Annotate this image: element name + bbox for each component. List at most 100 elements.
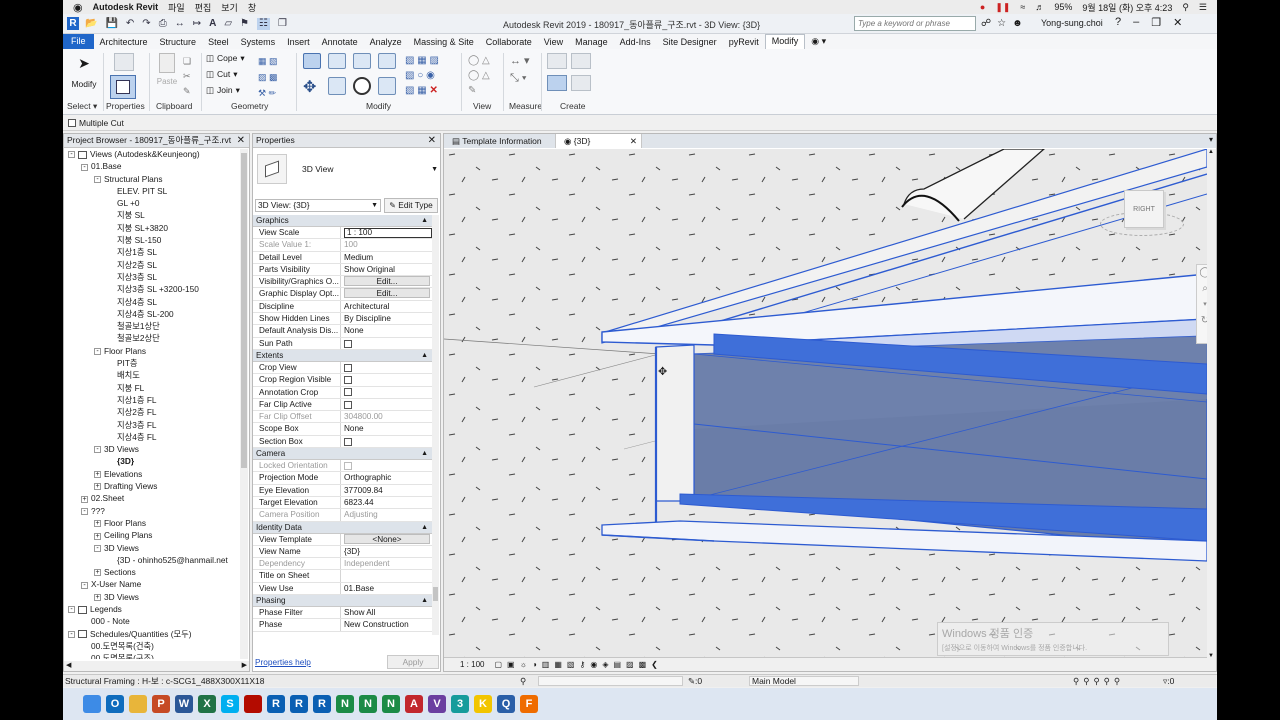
taskbar-app-kakao-icon[interactable]: K [474,695,492,713]
ribbon-tab-analyze[interactable]: Analyze [364,37,408,47]
taskbar-app-navis-a-icon[interactable]: N [336,695,354,713]
reveal-hidden-icon[interactable]: ◈ [602,658,608,671]
edit-type-button[interactable]: ✎ Edit Type [384,198,438,213]
browser-item[interactable]: +02.Sheet [64,492,240,504]
expand-icon[interactable]: + [94,520,101,528]
browser-item[interactable]: 지붕 SL+3820 [64,222,240,234]
property-value[interactable] [341,374,432,385]
delete-icon[interactable]: ✕ [429,85,437,96]
measure-icon[interactable]: ↔ [175,18,185,30]
copy-icon[interactable]: ❏ [183,54,199,69]
property-checkbox[interactable] [344,388,352,397]
browser-item[interactable]: 지상1층 SL [64,246,240,258]
ribbon-tab-add-ins[interactable]: Add-Ins [614,37,657,47]
taskbar-app-revit-a-icon[interactable]: R [267,695,285,713]
menu-file[interactable]: 파일 [168,1,185,14]
ribbon-minimize-icon[interactable]: ◉ ▾ [805,36,832,47]
ribbon-tab-site-designer[interactable]: Site Designer [657,37,723,47]
property-section-header[interactable]: Identity Data ▲ [253,521,432,534]
pin-icon[interactable]: ○ [417,70,423,81]
minimize-icon[interactable]: – [1133,16,1139,29]
property-value[interactable]: None [341,325,432,336]
view-tab-menu-icon[interactable]: ▾ [1209,135,1213,144]
browser-item[interactable]: PIT층 [64,357,240,369]
ribbon-tab-structure[interactable]: Structure [154,37,203,47]
create-assembly-icon[interactable] [571,75,591,91]
sun-path-icon[interactable]: ☼ [520,658,527,671]
expand-icon[interactable]: + [81,495,88,503]
scale-icon[interactable]: ▨ [429,55,438,66]
expand-icon[interactable]: + [94,569,101,577]
taskbar-app-vault-icon[interactable]: V [428,695,446,713]
unpin-icon[interactable]: ◉ [426,70,435,81]
property-checkbox[interactable] [344,376,352,385]
project-browser-scrollbar[interactable] [240,149,248,659]
dimension-icon[interactable]: ↦ [193,18,201,30]
ribbon-tab-massing-site[interactable]: Massing & Site [408,37,480,47]
move-icon[interactable]: ✥ [303,77,321,96]
cut-button[interactable]: ◫ Cut ▾ [206,69,238,80]
viewcube-right-face[interactable]: RIGHT [1133,206,1155,213]
paste-button[interactable]: Paste [156,53,178,91]
multiple-cut-option[interactable]: Multiple Cut [68,118,124,128]
match-type-icon[interactable]: ✎ [183,84,199,99]
menu-view[interactable]: 보기 [221,1,238,14]
trim-extend-icon[interactable] [378,77,396,95]
property-value[interactable]: None [341,423,432,434]
project-browser-close-icon[interactable]: ✕ [237,134,245,147]
properties-help-link[interactable]: Properties help [255,657,311,667]
expand-icon[interactable]: + [94,594,101,601]
modify-tool-button[interactable]: ➤ Modify [69,55,99,95]
property-value[interactable]: 377009.84 [341,485,432,496]
switch-windows-icon[interactable]: ❐ [278,18,287,30]
property-value[interactable]: Architectural [341,301,432,312]
browser-item[interactable]: 지붕 SL-150 [64,234,240,246]
3d-view-icon[interactable]: ▱ [224,18,232,30]
ribbon-tab-systems[interactable]: Systems [235,37,282,47]
binoculars-icon[interactable]: ☍ [981,18,991,29]
array-icon[interactable]: ▦ [417,55,426,66]
design-options-field[interactable] [538,676,683,686]
property-edit-button[interactable]: Edit... [344,276,430,287]
taskbar-app-excel-icon[interactable]: X [198,695,216,713]
taskbar-app-revit-b-icon[interactable]: R [290,695,308,713]
property-section-header[interactable]: Camera ▲ [253,448,432,461]
property-value[interactable] [341,338,432,349]
browser-item[interactable]: - X-User Name [64,578,240,590]
browser-item[interactable]: -3D Views [64,443,240,455]
menu-edit[interactable]: 편집 [195,1,212,14]
browser-item[interactable]: + Floor Plans [64,517,240,529]
cope-button[interactable]: ◫ Cope ▾ [206,53,245,64]
property-value[interactable] [341,436,432,447]
collapse-icon[interactable]: - [94,446,101,454]
save-icon[interactable]: 💾 [105,18,117,30]
browser-item[interactable]: 지상4층 SL [64,296,240,308]
property-value[interactable]: Medium [341,252,432,263]
browser-item[interactable]: {3D} [64,455,240,467]
property-value[interactable] [341,387,432,398]
wifi-icon[interactable]: ≈ [1020,2,1025,12]
crop-view-icon[interactable]: ▦ [554,658,562,671]
taskbar-app-autocad-icon[interactable]: A [405,695,423,713]
collapse-icon[interactable]: - [68,151,75,159]
browser-item[interactable]: - Views (Autodesk&Keunjeong) [64,148,240,160]
analysis-icon[interactable]: ▨ [626,658,634,671]
redo-icon[interactable]: ↷ [142,18,150,30]
detail-level-icon[interactable]: ▢ [494,658,502,671]
browser-item[interactable]: ELEV. PIT SL [64,185,240,197]
offset-icon[interactable] [328,53,346,69]
lock-view-icon[interactable]: ⚷ [579,658,585,671]
join-button[interactable]: ◫ Join ▾ [206,85,240,96]
taskbar-app-skype-icon[interactable]: S [221,695,239,713]
collapse-icon[interactable]: - [94,544,101,552]
property-value[interactable]: New Construction [341,619,432,630]
browser-item[interactable]: 배치도 [64,369,240,381]
taskbar-app-acrobat-icon[interactable] [244,695,262,713]
viewcube-box[interactable]: RIGHT [1124,190,1164,228]
show-crop-icon[interactable]: ▧ [567,658,575,671]
user-name[interactable]: Yong-sung.choi [1041,18,1103,28]
measure-distance-icon[interactable]: ↔ ▾ [510,53,550,70]
override-icon[interactable]: ◯ △ [468,68,496,83]
property-edit-button[interactable]: Edit... [344,288,430,299]
browser-item[interactable]: 지상4층 SL-200 [64,308,240,320]
